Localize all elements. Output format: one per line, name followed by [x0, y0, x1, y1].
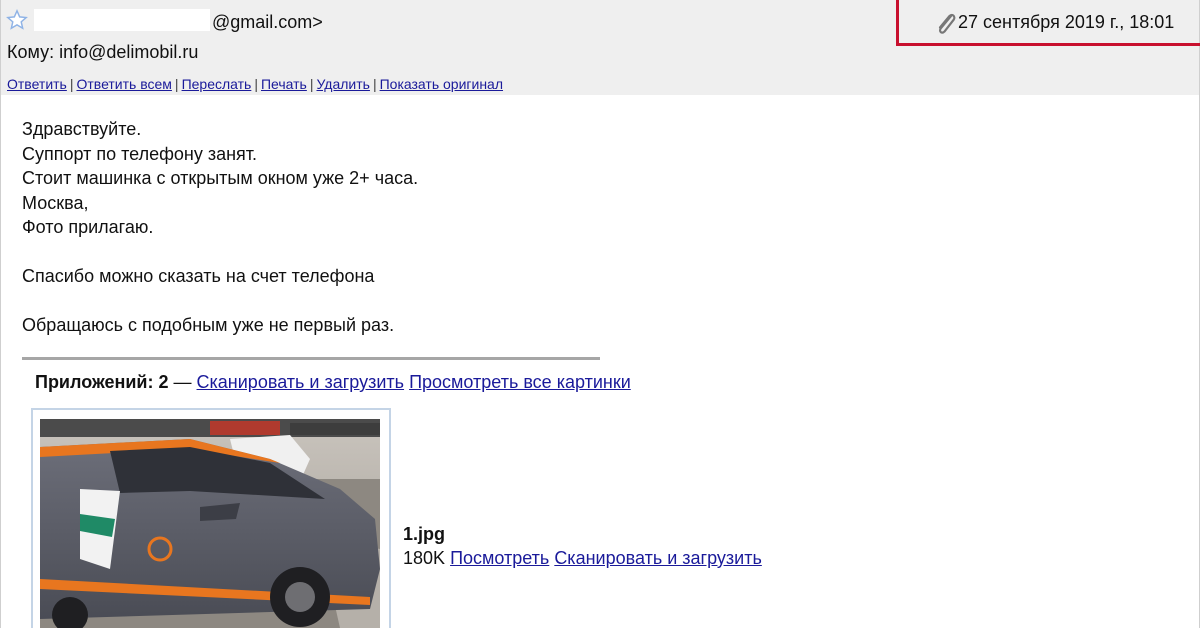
message-line: Обращаюсь с подобным уже не первый раз. [22, 315, 395, 335]
reply-link[interactable]: Ответить [7, 76, 67, 92]
sender-address: @gmail.com> [212, 12, 323, 32]
attachments-divider [22, 357, 600, 360]
attachments-count: Приложений: 2 [35, 372, 169, 392]
message-line [22, 240, 418, 265]
message-line: Спасибо можно сказать на счет телефона [22, 266, 375, 286]
recipient-line: Кому: info@delimobil.ru [7, 42, 198, 63]
show-original-link[interactable]: Показать оригинал [380, 76, 503, 92]
forward-link[interactable]: Переслать [182, 76, 252, 92]
sender-redaction [34, 9, 210, 31]
paperclip-icon [938, 13, 956, 34]
recipient-address: info@delimobil.ru [59, 42, 199, 62]
delete-link[interactable]: Удалить [317, 76, 370, 92]
attachment-file-size: 180K [403, 548, 446, 568]
view-attachment-link[interactable]: Посмотреть [450, 548, 549, 568]
address-redaction [132, 194, 322, 206]
attachments-header: Приложений: 2 — Сканировать и загрузить … [35, 372, 631, 393]
message-line: Суппорт по телефону занят. [22, 143, 258, 164]
scan-attachment-link[interactable]: Сканировать и загрузить [554, 548, 762, 568]
attachments-dash: — [173, 372, 192, 392]
message-line: Здравствуйте. [22, 119, 142, 139]
message-actions: Ответить | Ответить всем | Переслать | Печать |… [7, 76, 504, 92]
attachment-file-name: 1.jpg [403, 524, 446, 544]
message-line: Фото прилагаю. [22, 217, 154, 237]
reply-all-link[interactable]: Ответить всем [76, 76, 171, 92]
print-link[interactable]: Печать [261, 76, 307, 92]
star-icon[interactable] [6, 9, 28, 31]
recipient-label: Кому: [7, 42, 55, 62]
scan-all-link[interactable]: Сканировать и загрузить [197, 372, 405, 392]
attachment-thumbnail-image[interactable] [40, 419, 380, 628]
message-date: 27 сентября 2019 г., 18:01 [958, 12, 1175, 32]
attachment-file-meta: 180K Посмотреть Сканировать и загрузить [403, 548, 762, 569]
message-line: Стоит машинка с открытым окном уже 2+ ча… [22, 168, 419, 188]
message-line [22, 289, 418, 314]
view-all-images-link[interactable]: Просмотреть все картинки [409, 372, 631, 392]
message-body: Здравствуйте. Суппорт по телефону занят.… [22, 117, 418, 338]
